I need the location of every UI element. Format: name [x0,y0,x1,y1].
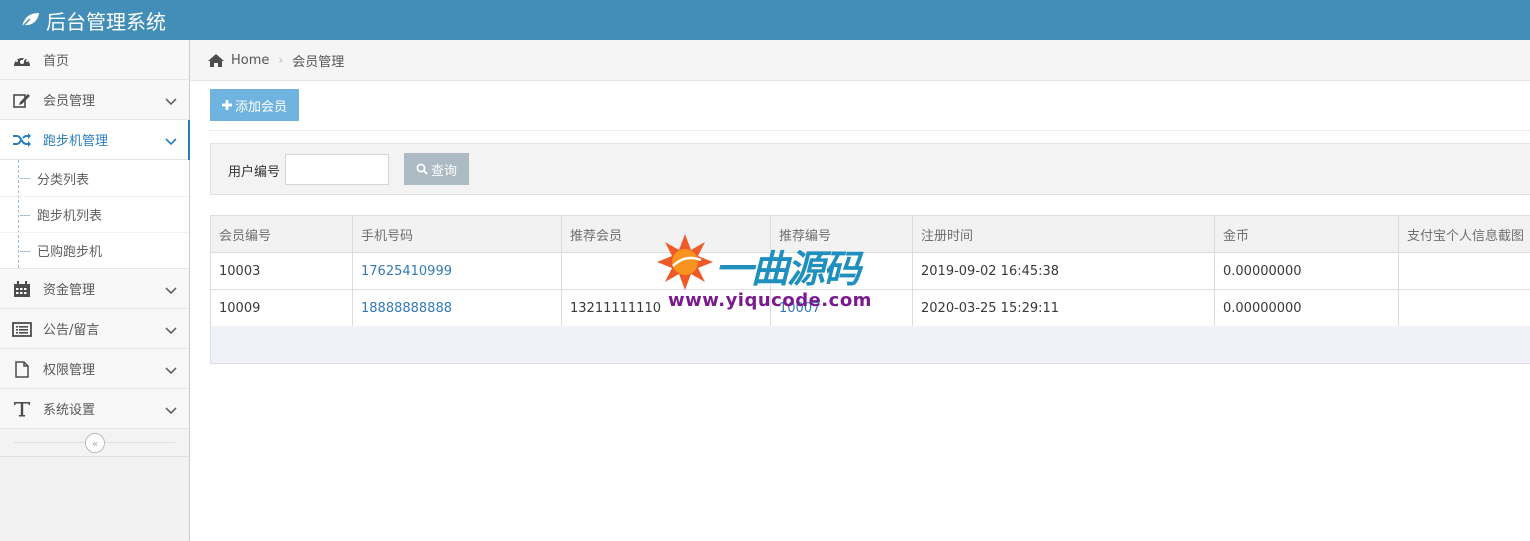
sidebar-subitem-purchased[interactable]: 已购跑步机 [0,232,189,268]
cell-referrer-id [770,252,913,290]
brand[interactable]: 后台管理系统 [20,4,166,36]
sidebar-item-label: 首页 [43,54,70,69]
sidebar-item-home[interactable]: 首页 [0,40,189,80]
table-footer [210,326,1530,364]
search-panel: 用户编号 查询 [210,143,1530,195]
chevron-down-icon [165,135,177,150]
table-header-row: 会员编号 手机号码 推荐会员 推荐编号 注册时间 金币 支付宝个人信息截图 [210,215,1530,253]
query-button[interactable]: 查询 [404,153,469,185]
chevron-down-icon [165,95,177,110]
column-header[interactable]: 金币 [1214,215,1399,253]
cell-member-id: 10003 [210,252,353,290]
sidebar-subitem-label: 分类列表 [37,172,90,188]
divider [210,130,1530,131]
column-header[interactable]: 支付宝个人信息截图 [1398,215,1530,253]
sidebar: 首页 会员管理 跑步机管理 分类列表 跑步机列表 已购跑步机 资金管理 公告/留… [0,40,190,541]
breadcrumb: Home › 会员管理 [190,40,1530,81]
random-icon [12,131,32,149]
plus-icon [221,100,232,110]
cell-register-time: 2019-09-02 16:45:38 [912,252,1215,290]
text-height-icon [12,400,32,418]
breadcrumb-home[interactable]: Home [231,53,269,68]
cell-coins: 0.00000000 [1214,289,1399,327]
sidebar-item-permissions[interactable]: 权限管理 [0,349,189,389]
member-table: 会员编号 手机号码 推荐会员 推荐编号 注册时间 金币 支付宝个人信息截图 10… [210,215,1530,327]
column-header[interactable]: 注册时间 [912,215,1215,253]
sidebar-collapse: « [0,429,189,457]
chevron-down-icon [165,364,177,379]
add-member-button[interactable]: 添加会员 [210,89,299,121]
sidebar-subitem-category-list[interactable]: 分类列表 [0,160,189,196]
cell-alipay-screenshot [1398,252,1530,290]
sidebar-subitem-label: 已购跑步机 [37,245,103,260]
top-navbar: 后台管理系统 [0,0,1530,40]
sidebar-item-label: 公告/留言 [43,323,100,338]
sidebar-subitem-label: 跑步机列表 [37,209,103,224]
breadcrumb-current: 会员管理 [292,54,345,70]
sidebar-item-funds[interactable]: 资金管理 [0,269,189,309]
dashboard-icon [12,51,32,69]
table-row: 10009 18888888888 13211111110 10007 2020… [210,289,1530,327]
chevron-down-icon [165,284,177,299]
sidebar-subitem-treadmill-list[interactable]: 跑步机列表 [0,196,189,232]
column-header[interactable]: 推荐会员 [561,215,771,253]
sidebar-item-notices[interactable]: 公告/留言 [0,309,189,349]
edit-icon [12,91,32,109]
double-angle-left-icon[interactable]: « [85,433,105,453]
referrer-id-link[interactable]: 10007 [779,301,820,316]
cell-phone: 18888888888 [352,289,562,327]
add-member-label: 添加会员 [234,99,287,115]
sidebar-item-members[interactable]: 会员管理 [0,80,189,120]
column-header[interactable]: 手机号码 [352,215,562,253]
cell-alipay-screenshot [1398,289,1530,327]
sidebar-item-treadmill[interactable]: 跑步机管理 [0,120,190,160]
breadcrumb-separator-icon: › [278,53,284,67]
search-label: 用户编号 [228,165,281,180]
query-label: 查询 [430,163,457,179]
chevron-down-icon [165,404,177,419]
cell-register-time: 2020-03-25 15:29:11 [912,289,1215,327]
phone-link[interactable]: 17625410999 [361,264,452,279]
sidebar-item-settings[interactable]: 系统设置 [0,389,189,429]
cell-referrer [561,252,771,290]
sidebar-item-label: 权限管理 [43,363,96,378]
sidebar-item-label: 会员管理 [43,94,96,109]
cell-phone: 17625410999 [352,252,562,290]
chevron-down-icon [165,324,177,339]
user-id-input[interactable] [285,154,389,185]
submenu-treadmill: 分类列表 跑步机列表 已购跑步机 [0,160,189,269]
cell-member-id: 10009 [210,289,353,327]
cell-coins: 0.00000000 [1214,252,1399,290]
search-icon [416,163,428,175]
sidebar-item-label: 资金管理 [43,283,96,298]
phone-link[interactable]: 18888888888 [361,301,452,316]
app-title: 后台管理系统 [46,9,166,34]
sidebar-item-label: 系统设置 [43,403,96,418]
sidebar-item-label: 跑步机管理 [43,134,109,149]
cell-referrer: 13211111110 [561,289,771,327]
column-header[interactable]: 推荐编号 [770,215,913,253]
column-header[interactable]: 会员编号 [210,215,353,253]
list-alt-icon [12,320,32,338]
calendar-icon [12,280,32,298]
table-row: 10003 17625410999 2019-09-02 16:45:38 0.… [210,252,1530,290]
cell-referrer-id: 10007 [770,289,913,327]
leaf-icon [20,13,39,29]
home-icon[interactable] [207,53,225,68]
file-icon [12,360,32,378]
